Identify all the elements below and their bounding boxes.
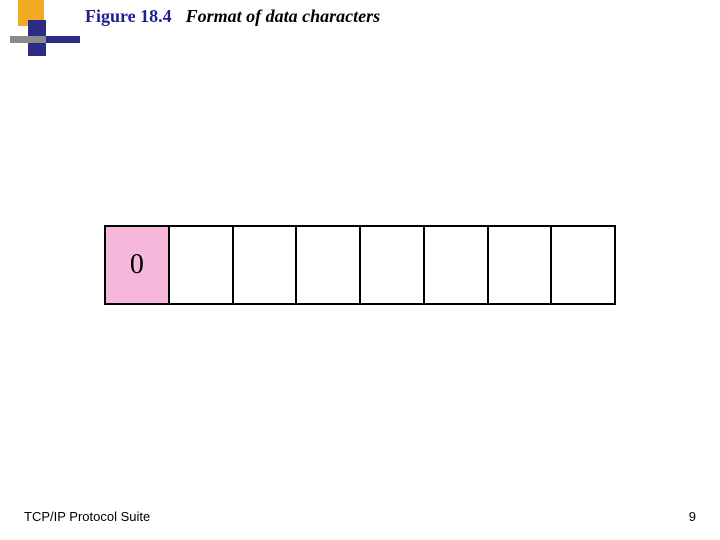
figure-number: Figure 18.4 (85, 6, 172, 26)
bit-cell-0: 0 (104, 225, 168, 305)
byte-diagram: 0 (104, 225, 616, 305)
footer-source: TCP/IP Protocol Suite (24, 509, 150, 524)
bit-cell-6 (487, 225, 551, 305)
bit-cell-7 (550, 225, 616, 305)
slide-corner-decoration (0, 0, 80, 70)
figure-title-row: Figure 18.4 Format of data characters (85, 6, 380, 27)
bit-cell-2 (232, 225, 296, 305)
bit-cell-5 (423, 225, 487, 305)
bit-cell-1 (168, 225, 232, 305)
bit-cell-3 (295, 225, 359, 305)
page-number: 9 (689, 509, 696, 524)
figure-name: Format of data characters (186, 6, 381, 26)
bit-cell-4 (359, 225, 423, 305)
